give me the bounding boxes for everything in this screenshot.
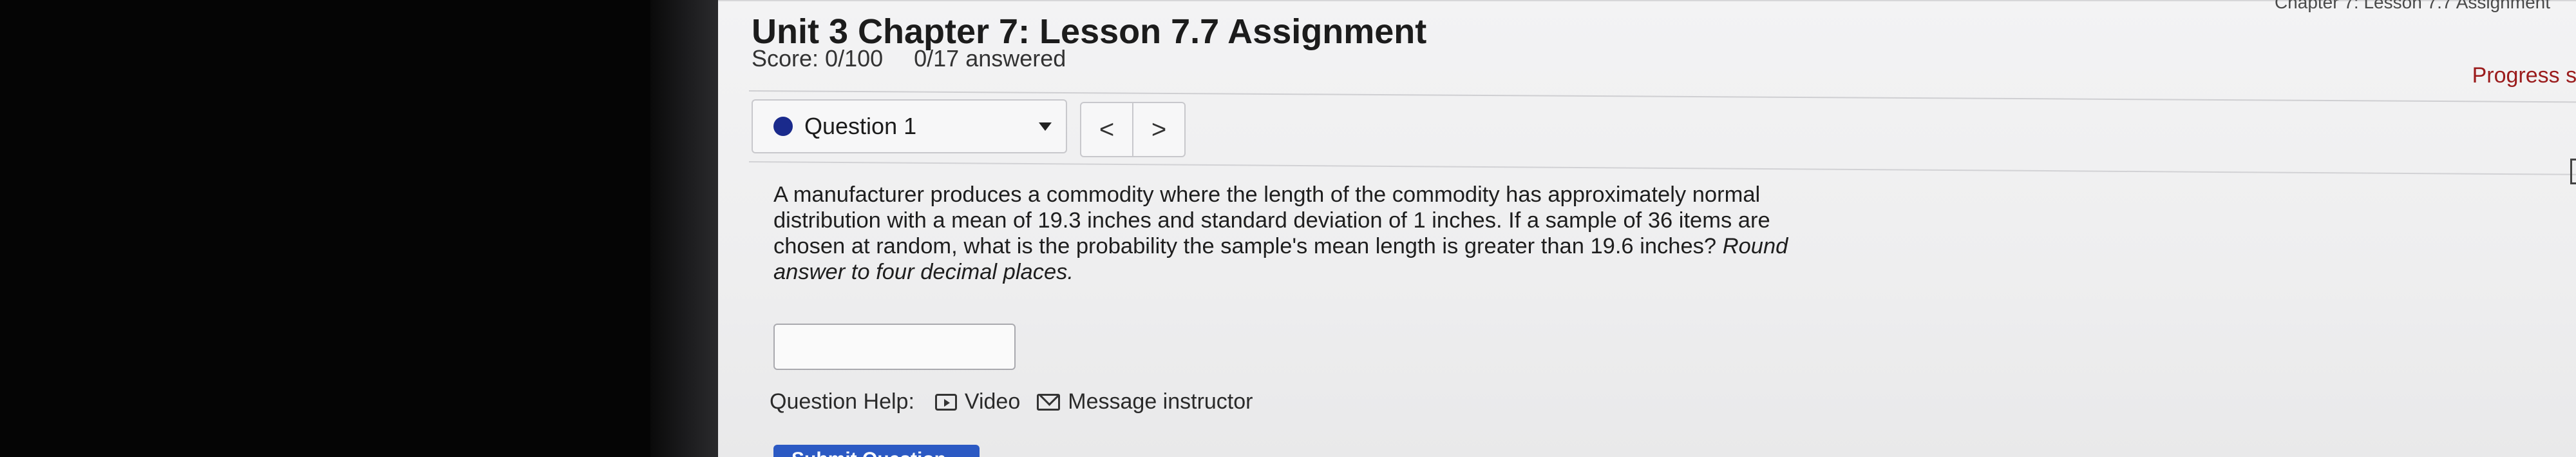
- question-nav-buttons: < >: [1080, 102, 1186, 157]
- previous-question-button[interactable]: <: [1081, 103, 1132, 156]
- video-icon: [934, 393, 957, 411]
- submit-question-button[interactable]: Submit Question: [773, 445, 980, 457]
- question-select-dropdown[interactable]: Question 1: [752, 99, 1067, 153]
- progress-saved-link[interactable]: Progress sa: [2472, 63, 2576, 88]
- assignment-screen: Chapter 7: Lesson 7.7 Assignment Unit 3 …: [718, 0, 2576, 457]
- message-instructor-link[interactable]: Message instructor: [1037, 389, 1253, 414]
- answer-input[interactable]: [773, 324, 1016, 370]
- side-panel-edge-icon: [2570, 159, 2576, 184]
- answered-count: 0/17 answered: [914, 45, 1066, 72]
- monitor-bezel-edge: [650, 0, 718, 457]
- video-help-label: Video: [964, 389, 1021, 414]
- question-divider: [748, 161, 2576, 175]
- score-text: Score: 0/100: [752, 45, 884, 72]
- monitor-bezel-left: [0, 0, 650, 457]
- question-body: A manufacturer produces a commodity wher…: [773, 182, 1770, 258]
- message-instructor-label: Message instructor: [1068, 389, 1253, 414]
- question-help-label: Question Help:: [770, 389, 914, 414]
- question-status-dot-icon: [773, 117, 793, 136]
- video-help-link[interactable]: Video: [934, 389, 1021, 414]
- chevron-down-icon: [1039, 122, 1052, 131]
- next-question-button[interactable]: >: [1132, 103, 1184, 156]
- question-help-row: Question Help: Video Message instructor: [770, 389, 1270, 414]
- question-select-label: Question 1: [804, 113, 917, 139]
- question-text: A manufacturer produces a commodity wher…: [773, 182, 1817, 285]
- breadcrumb: Chapter 7: Lesson 7.7 Assignment: [2274, 0, 2550, 12]
- score-line: Score: 0/100 0/17 answered: [752, 45, 1066, 72]
- envelope-icon: [1037, 393, 1061, 411]
